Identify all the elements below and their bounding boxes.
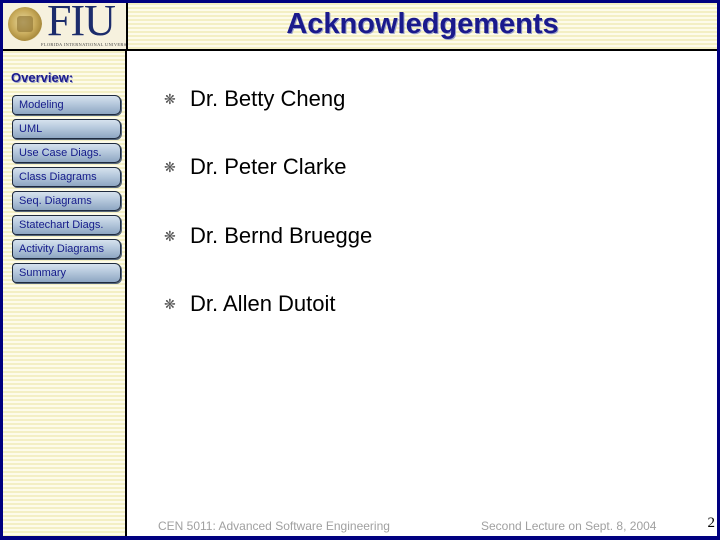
logo-wordmark: FIU: [47, 3, 116, 45]
nav-button-activity-diagrams[interactable]: Activity Diagrams: [12, 239, 121, 259]
footer-course: CEN 5011: Advanced Software Engineering: [158, 519, 390, 533]
bullet-text: Dr. Allen Dutoit: [190, 291, 336, 316]
page-number: 2: [707, 515, 716, 531]
nav-button-seq-diagrams[interactable]: Seq. Diagrams: [12, 191, 121, 211]
nav-button-class-diagrams[interactable]: Class Diagrams: [12, 167, 121, 187]
logo-tagline: FLORIDA INTERNATIONAL UNIVERSITY: [41, 42, 128, 47]
nav-button-use-case-diags[interactable]: Use Case Diags.: [12, 143, 121, 163]
asterisk-bullet-icon: ❋: [164, 296, 176, 312]
university-seal-icon: [8, 7, 42, 41]
bullet-text: Dr. Bernd Bruegge: [190, 223, 373, 248]
slide-header: FIU FLORIDA INTERNATIONAL UNIVERSITY Ack…: [3, 3, 717, 51]
slide-title: Acknowledgements: [286, 8, 559, 40]
bullet-text: Dr. Peter Clarke: [190, 154, 347, 179]
title-bar: Acknowledgements: [128, 3, 717, 49]
sidebar-heading: Overview:: [11, 70, 74, 85]
nav-button-summary[interactable]: Summary: [12, 263, 121, 283]
sidebar: Overview: Modeling UML Use Case Diags. C…: [3, 51, 127, 536]
nav-button-statechart-diags[interactable]: Statechart Diags.: [12, 215, 121, 235]
fiu-logo: FIU FLORIDA INTERNATIONAL UNIVERSITY: [3, 3, 128, 49]
slide-content: ❋ Dr. Betty Cheng ❋ Dr. Peter Clarke ❋ D…: [128, 51, 717, 536]
slide: FIU FLORIDA INTERNATIONAL UNIVERSITY Ack…: [3, 3, 717, 536]
footer-lecture: Second Lecture on Sept. 8, 2004: [481, 519, 657, 533]
asterisk-bullet-icon: ❋: [164, 91, 176, 107]
bullet-text: Dr. Betty Cheng: [190, 86, 346, 111]
asterisk-bullet-icon: ❋: [164, 159, 176, 175]
asterisk-bullet-icon: ❋: [164, 228, 176, 244]
nav-button-uml[interactable]: UML: [12, 119, 121, 139]
nav-button-modeling[interactable]: Modeling: [12, 95, 121, 115]
